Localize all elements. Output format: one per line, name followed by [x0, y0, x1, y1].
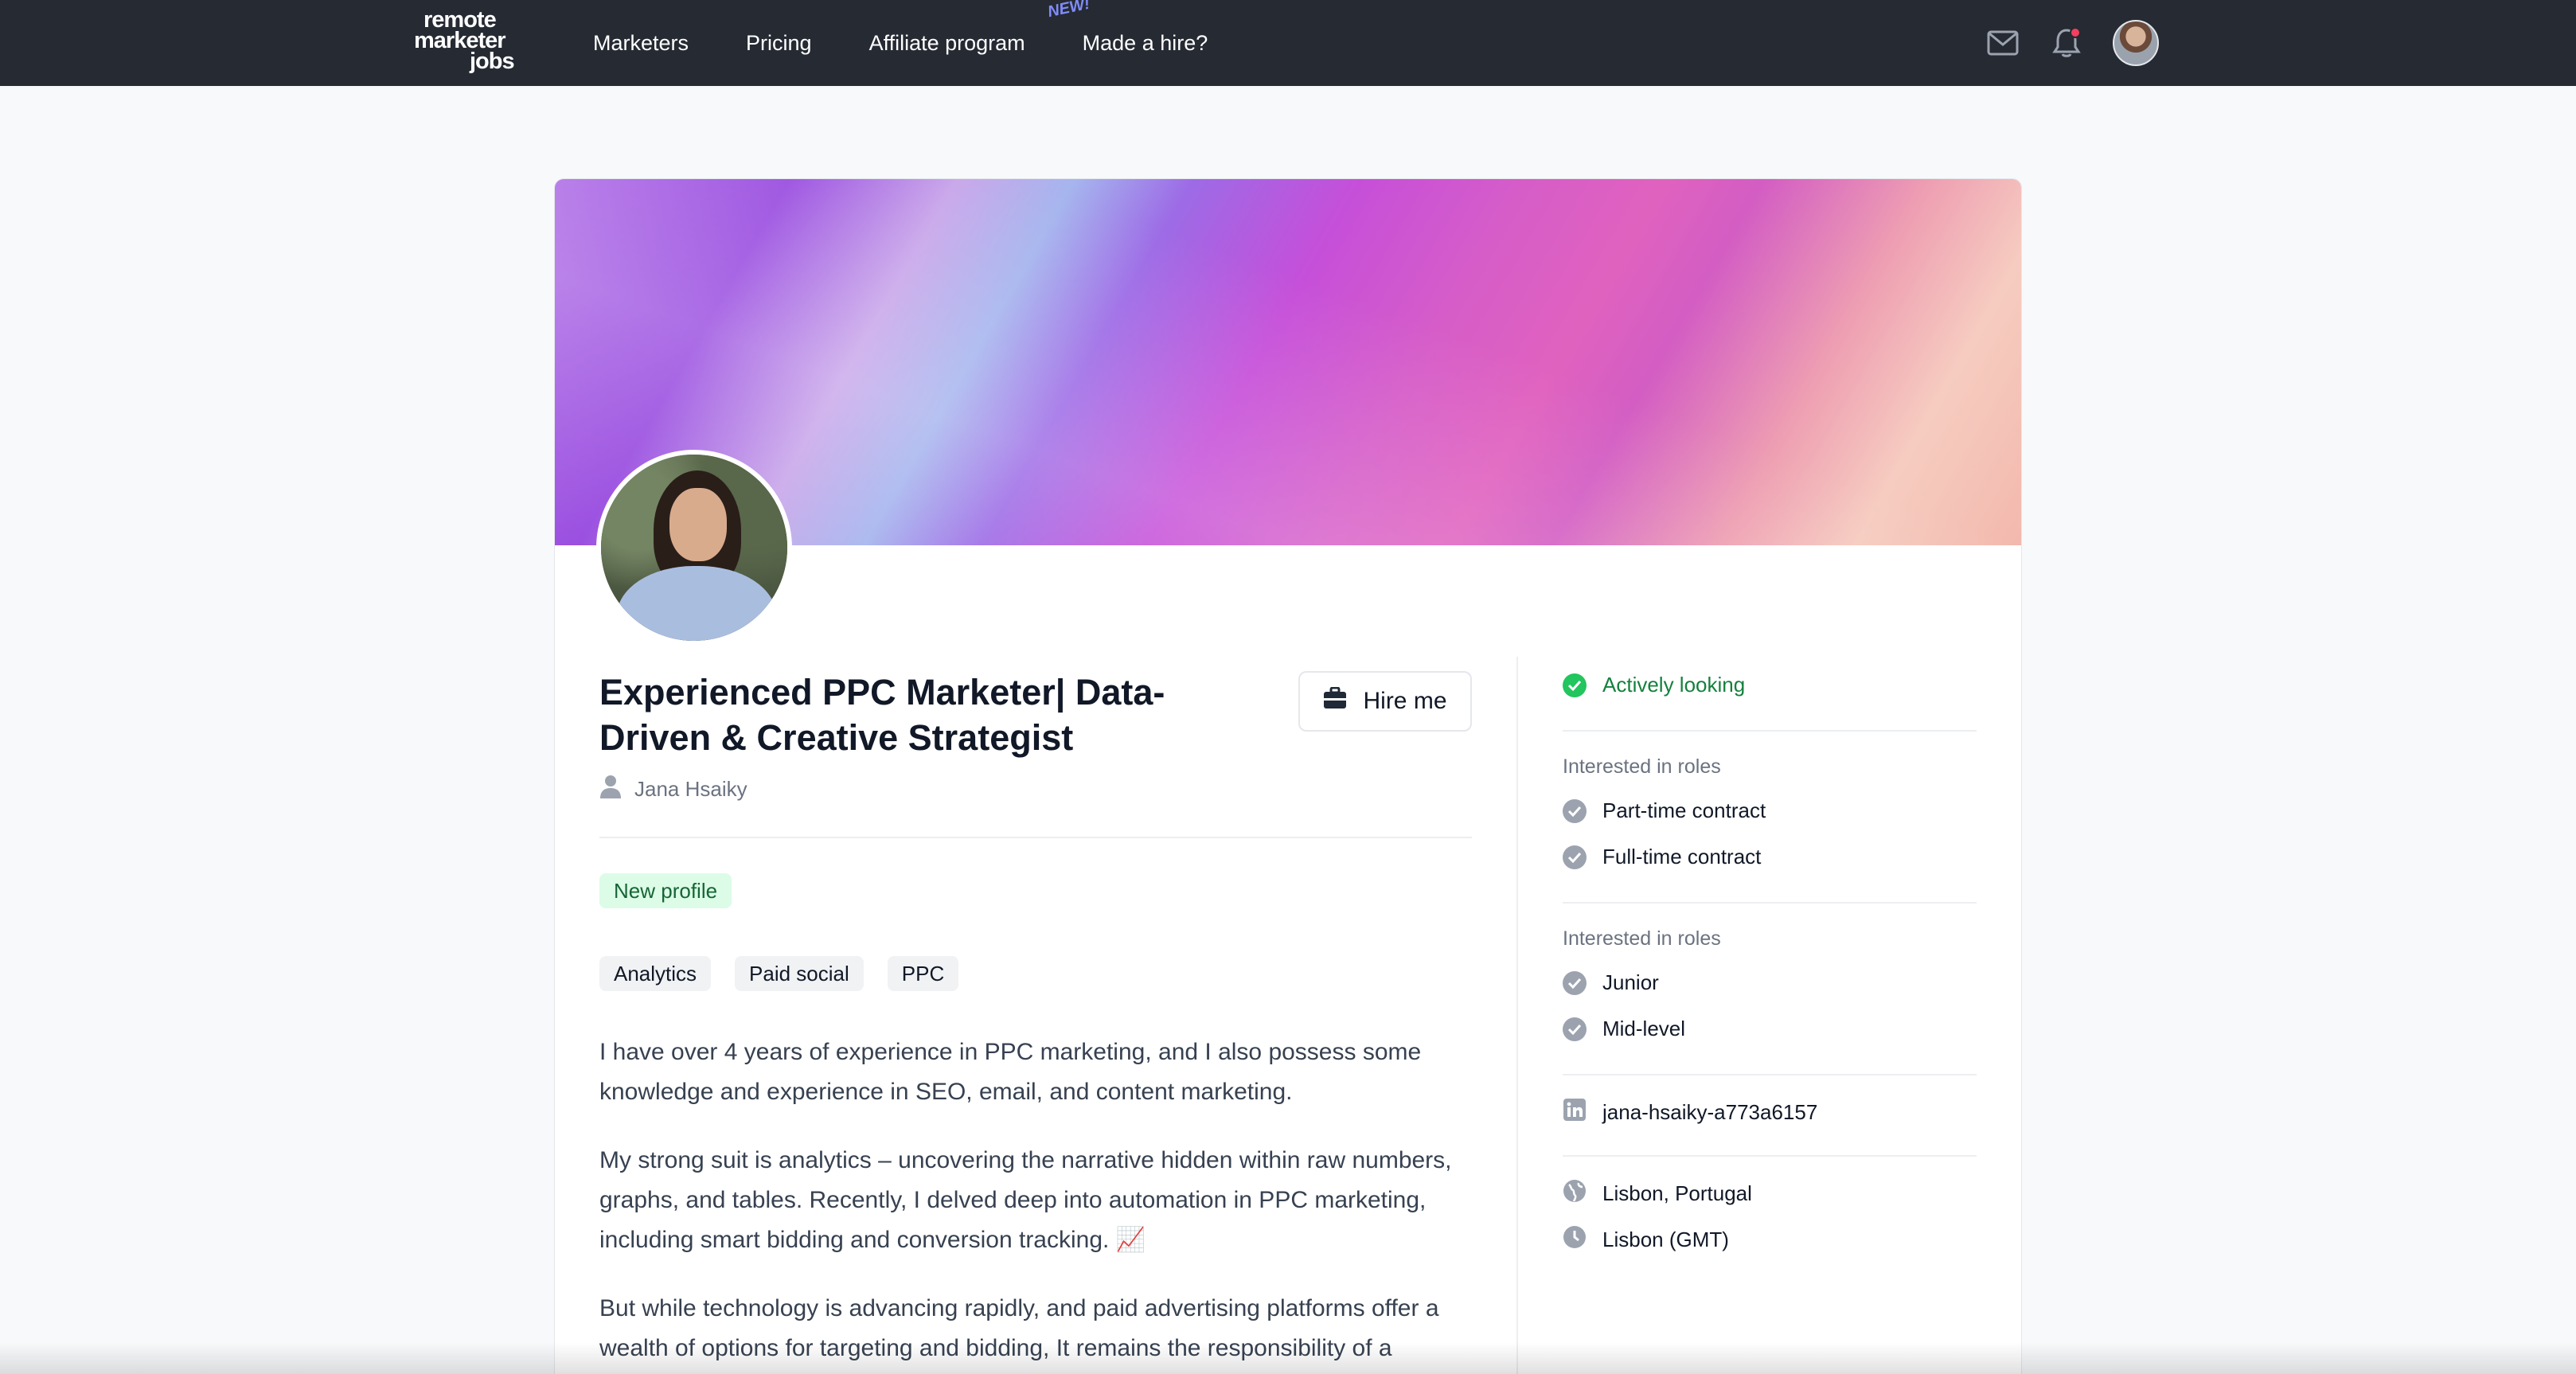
level-item: Junior — [1563, 970, 1659, 995]
site-logo[interactable]: remote marketer jobs — [414, 9, 521, 76]
profile-title: Experienced PPC Marketer| Data-Driven & … — [599, 672, 1165, 758]
level-item: Mid-level — [1563, 1017, 1685, 1041]
role-label: Part-time contract — [1602, 798, 1766, 822]
nav-link-made-a-hire-label: Made a hire? — [1082, 30, 1208, 55]
check-circle-icon — [1563, 798, 1587, 823]
roles-label: Interested in roles — [1563, 755, 1721, 778]
check-circle-icon — [1563, 845, 1587, 869]
nav-link-affiliate-program[interactable]: Affiliate program — [869, 31, 1025, 56]
tag-paid-social[interactable]: Paid social — [735, 956, 864, 991]
hire-me-label: Hire me — [1363, 688, 1447, 714]
user-icon — [599, 775, 622, 804]
divider — [1563, 1074, 1977, 1075]
check-circle-icon — [1563, 673, 1587, 697]
role-label: Full-time contract — [1602, 845, 1762, 869]
linkedin-icon — [1563, 1098, 1587, 1127]
bio-paragraph: But while technology is advancing rapidl… — [599, 1295, 1439, 1361]
check-circle-icon — [1563, 1017, 1587, 1041]
profile-card: Experienced PPC Marketer| Data-Driven & … — [554, 178, 2022, 1374]
notification-dot — [2070, 27, 2081, 38]
location-text: Lisbon, Portugal — [1602, 1181, 1752, 1205]
author-name: Jana Hsaiky — [634, 776, 747, 801]
tag-analytics[interactable]: Analytics — [599, 956, 712, 991]
timezone-row: Lisbon (GMT) — [1563, 1225, 1729, 1255]
linkedin-row[interactable]: jana-hsaiky-a773a6157 — [1563, 1098, 1817, 1127]
top-navbar: remote marketer jobs Marketers Pricing A… — [0, 0, 2576, 86]
profile-photo — [596, 450, 792, 646]
clock-icon — [1563, 1225, 1587, 1255]
new-profile-badge: New profile — [599, 873, 732, 908]
nav-link-marketers[interactable]: Marketers — [593, 31, 689, 56]
levels-label: Interested in roles — [1563, 927, 1721, 950]
column-divider — [1516, 657, 1518, 1374]
linkedin-handle[interactable]: jana-hsaiky-a773a6157 — [1602, 1100, 1817, 1125]
nav-link-made-a-hire[interactable]: NEW! Made a hire? — [1046, 0, 1208, 56]
tag-ppc[interactable]: PPC — [887, 956, 959, 991]
mail-icon[interactable] — [1985, 25, 2020, 61]
nav-link-pricing[interactable]: Pricing — [746, 31, 812, 56]
status-text: Actively looking — [1602, 673, 1746, 697]
level-label: Junior — [1602, 970, 1659, 994]
divider — [599, 837, 1472, 838]
hire-me-button[interactable]: Hire me — [1298, 671, 1472, 732]
main-nav: Marketers Pricing Affiliate program NEW!… — [593, 0, 1208, 86]
logo-line-3: jobs — [470, 49, 515, 74]
divider — [1563, 902, 1977, 904]
bio-paragraph: I have over 4 years of experience in PPC… — [599, 1039, 1422, 1105]
status-row: Actively looking — [1563, 673, 1745, 697]
author-line: Jana Hsaiky — [599, 775, 747, 803]
avatar[interactable] — [2113, 20, 2159, 66]
bio-paragraph: My strong suit is analytics – uncovering… — [599, 1147, 1452, 1253]
timezone-text: Lisbon (GMT) — [1602, 1228, 1729, 1251]
divider — [1563, 1155, 1977, 1157]
nav-actions — [1985, 0, 2159, 86]
level-label: Mid-level — [1602, 1017, 1686, 1040]
briefcase-icon — [1323, 686, 1347, 716]
role-item: Part-time contract — [1563, 798, 1766, 823]
role-item: Full-time contract — [1563, 845, 1761, 869]
check-circle-icon — [1563, 970, 1587, 995]
globe-icon — [1563, 1179, 1587, 1208]
bell-icon[interactable] — [2049, 25, 2084, 61]
location-row: Lisbon, Portugal — [1563, 1179, 1752, 1208]
divider — [1563, 730, 1977, 732]
new-badge: NEW! — [1045, 0, 1091, 21]
skill-tags: Analytics Paid social PPC — [599, 956, 959, 991]
profile-bio: I have over 4 years of experience in PPC… — [599, 1032, 1475, 1374]
